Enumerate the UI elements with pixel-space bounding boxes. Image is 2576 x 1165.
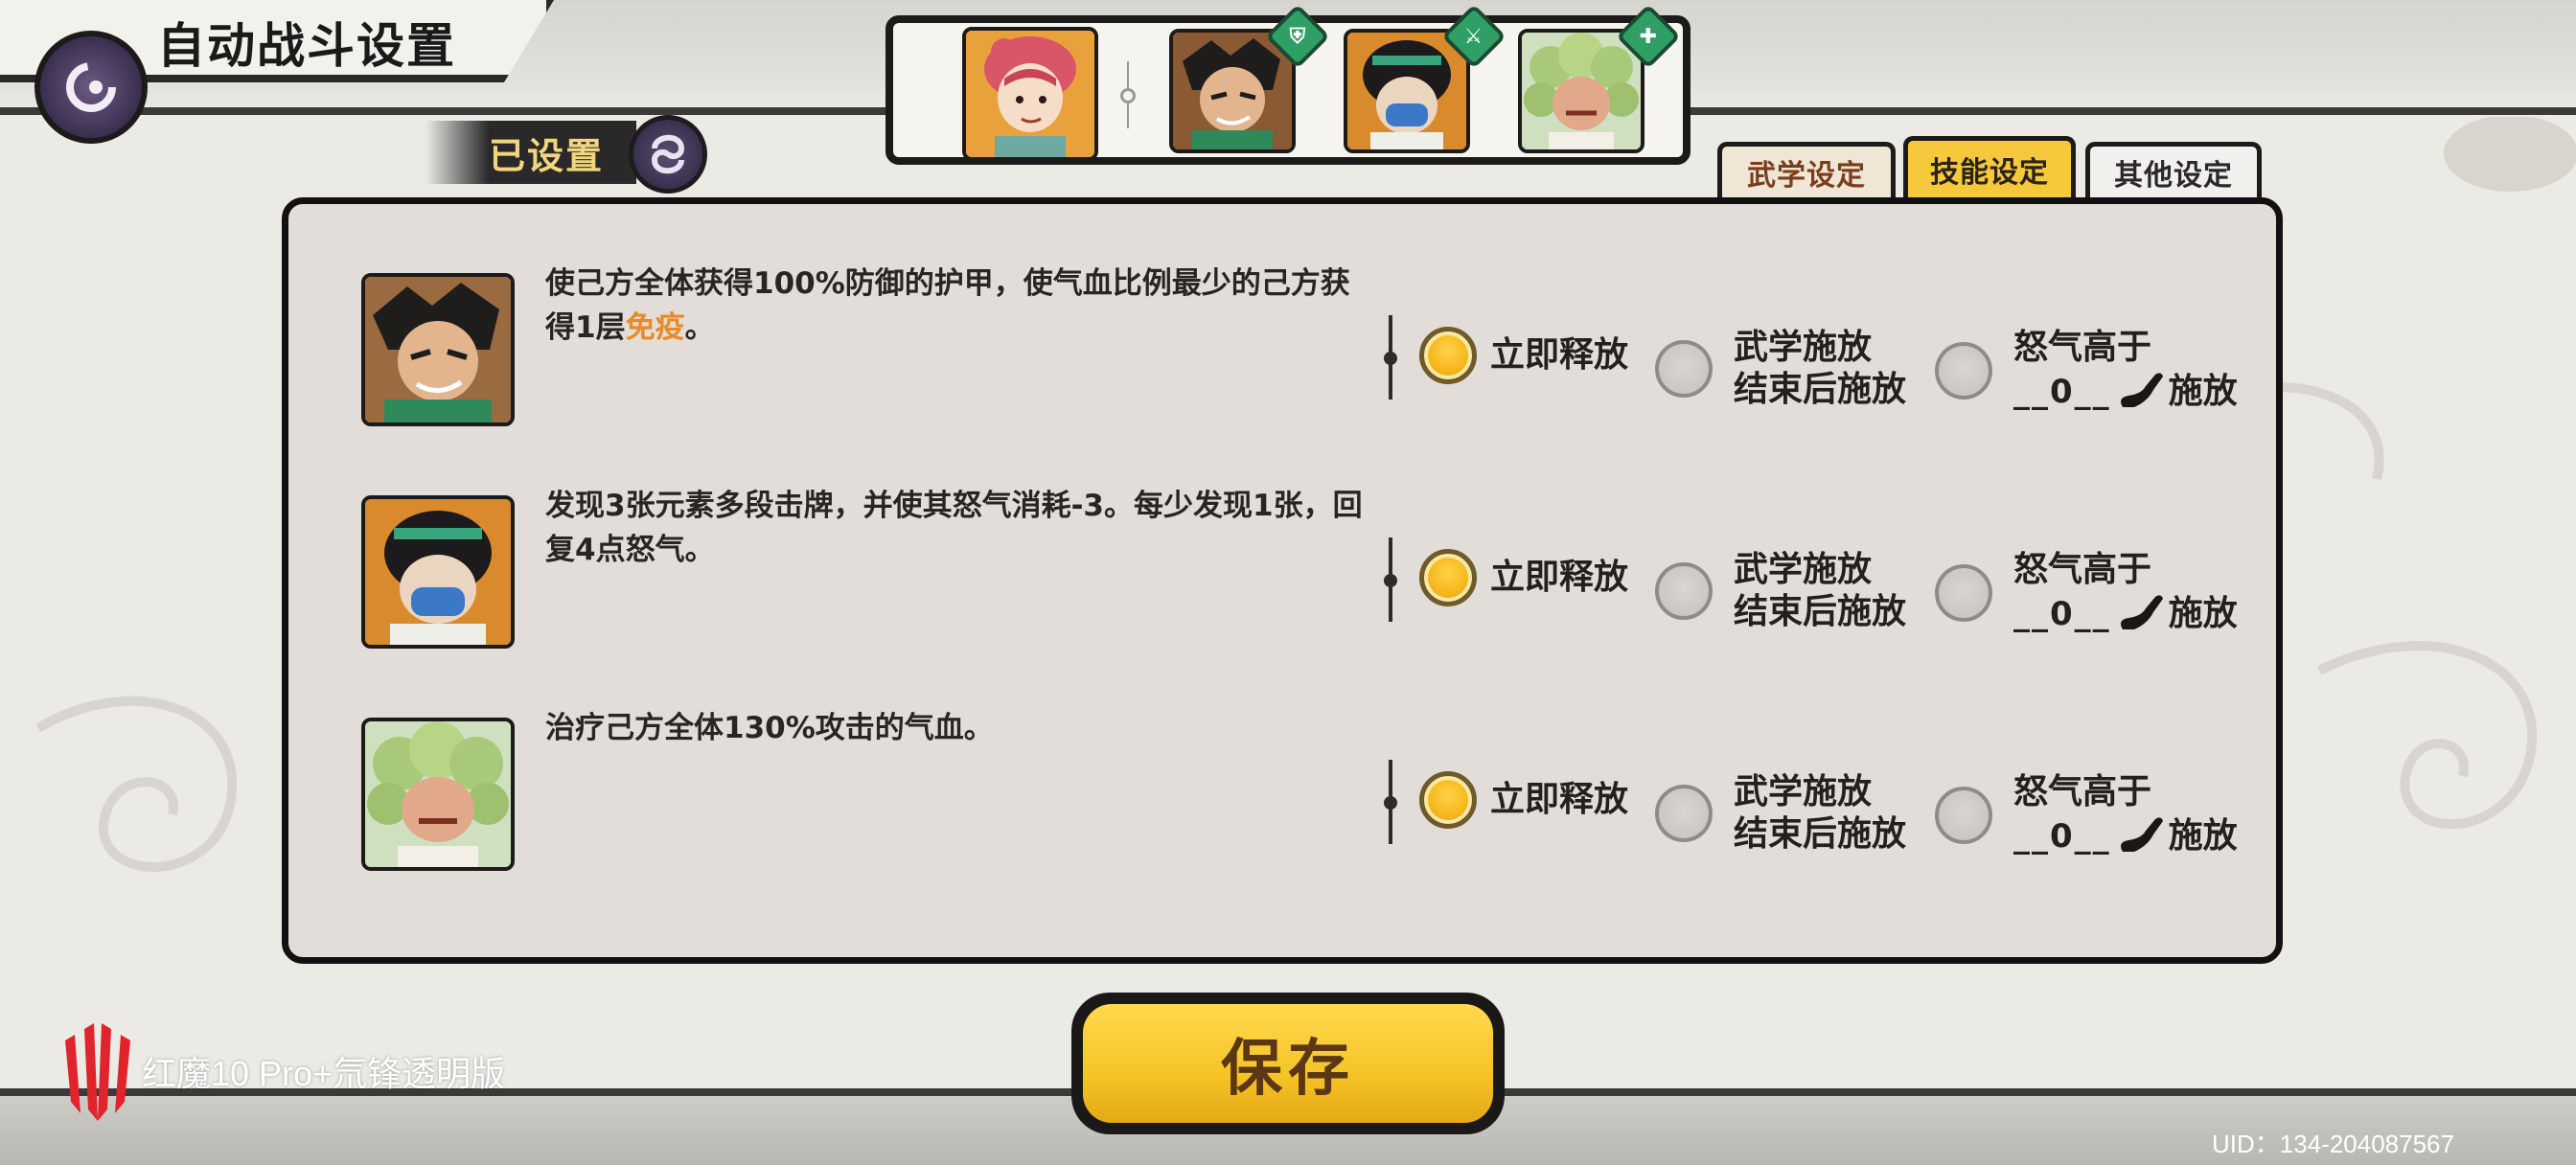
release-now-label: 立即释放 (1490, 780, 1629, 819)
rage-threshold-suffix: 施放 (2168, 594, 2238, 633)
save-button-face[interactable]: 保存 (1083, 1004, 1493, 1123)
radio-unselected[interactable] (1655, 340, 1713, 398)
team-member-portrait[interactable] (1518, 29, 1644, 153)
device-watermark: 红魔10 Pro+氘锋透明版 (59, 1021, 505, 1121)
brush-edit-icon[interactable] (2113, 591, 2167, 637)
rage-threshold-suffix: 施放 (2168, 372, 2238, 411)
back-button[interactable] (34, 31, 148, 144)
skill-row: 使己方全体获得100%防御的护甲，使气血比例最少的己方获得1层免疫。 立即释放 … (288, 252, 2276, 472)
radio-unselected[interactable] (1935, 787, 1992, 844)
immunity-keyword[interactable]: 免疫 (626, 310, 685, 345)
rage-threshold-line1: 怒气高于 (2013, 550, 2152, 589)
release-now-option[interactable]: 立即释放 (1419, 327, 1628, 384)
page-title: 自动战斗设置 (157, 18, 456, 74)
rage-threshold-value[interactable]: __0__ (2013, 815, 2111, 857)
radio-unselected[interactable] (1935, 564, 1992, 622)
after-martial-line2: 结束后施放 (1734, 370, 1907, 409)
release-after-martial-option[interactable]: 武学施放 结束后施放 (1655, 327, 1906, 411)
rage-threshold-value[interactable]: __0__ (2013, 593, 2111, 635)
brush-edit-icon[interactable] (2113, 369, 2167, 415)
team-divider-knob (1120, 88, 1136, 103)
skill-settings-panel: 使己方全体获得100%防御的护甲，使气血比例最少的己方获得1层免疫。 立即释放 … (282, 197, 2283, 964)
skill-description: 治疗己方全体130%攻击的气血。 (545, 711, 994, 745)
release-now-label: 立即释放 (1490, 558, 1629, 597)
release-now-label: 立即释放 (1490, 335, 1629, 375)
radio-unselected[interactable] (1935, 342, 1992, 400)
save-label: 保存 (1221, 1034, 1355, 1105)
radio-selected[interactable] (1419, 327, 1477, 384)
device-watermark-text: 红魔10 Pro+氘锋透明版 (142, 1054, 506, 1093)
rage-threshold-suffix: 施放 (2168, 816, 2238, 856)
brush-edit-icon[interactable] (2113, 813, 2167, 859)
save-button[interactable]: 保存 (1071, 993, 1505, 1134)
row-rail-knob (1384, 574, 1397, 587)
radio-unselected[interactable] (1655, 562, 1713, 620)
swirl-emblem-icon (66, 62, 116, 112)
after-martial-line2: 结束后施放 (1734, 592, 1907, 631)
after-martial-line1: 武学施放 (1734, 328, 1873, 367)
after-martial-line1: 武学施放 (1734, 772, 1873, 811)
tab-skill-settings[interactable]: 技能设定 (1903, 136, 2076, 197)
release-now-option[interactable]: 立即释放 (1419, 549, 1628, 606)
configured-badge: 已设置 (426, 121, 636, 184)
release-rage-threshold-option[interactable]: 怒气高于 __0__ 施放 (1935, 549, 2238, 637)
skill-row: 发现3张元素多段击牌，并使其怒气消耗-3。每少发现1张，回复4点怒气。 立即释放… (288, 474, 2276, 695)
uid-label: UID：134-204087567 (2212, 1130, 2454, 1158)
configured-swirl-icon (629, 115, 707, 194)
rage-threshold-value[interactable]: __0__ (2013, 371, 2111, 413)
radio-selected[interactable] (1419, 549, 1477, 606)
skill-description: 使己方全体获得100%防御的护甲，使气血比例最少的己方获得1层免疫。 (545, 266, 1350, 345)
tab-martial-settings[interactable]: 武学设定 (1717, 142, 1896, 197)
release-after-martial-option[interactable]: 武学施放 结束后施放 (1655, 771, 1906, 856)
after-martial-line1: 武学施放 (1734, 550, 1873, 589)
configured-label: 已设置 (489, 134, 605, 177)
skill-hero-portrait (361, 718, 515, 871)
skill-hero-portrait (361, 495, 515, 649)
skill-description: 发现3张元素多段击牌，并使其怒气消耗-3。每少发现1张，回复4点怒气。 (545, 489, 1363, 567)
after-martial-line2: 结束后施放 (1734, 814, 1907, 854)
skill-row: 治疗己方全体130%攻击的气血。 立即释放 武学施放 结束后施放 怒气高于 __… (288, 697, 2276, 917)
leader-portrait[interactable] (962, 27, 1098, 161)
skill-hero-portrait (361, 273, 515, 426)
row-rail-knob (1384, 352, 1397, 365)
red-magic-logo-icon (65, 1023, 130, 1121)
rage-threshold-line1: 怒气高于 (2013, 328, 2152, 367)
release-now-option[interactable]: 立即释放 (1419, 771, 1628, 829)
team-bar: ⛨ ⚔ ✚ (886, 4, 1690, 165)
rage-threshold-line1: 怒气高于 (2013, 772, 2152, 811)
tab-other-settings[interactable]: 其他设定 (2085, 142, 2262, 197)
row-rail-knob (1384, 796, 1397, 810)
release-after-martial-option[interactable]: 武学施放 结束后施放 (1655, 549, 1906, 633)
radio-unselected[interactable] (1655, 785, 1713, 842)
team-member-portrait[interactable] (1344, 29, 1470, 153)
release-rage-threshold-option[interactable]: 怒气高于 __0__ 施放 (1935, 771, 2238, 859)
radio-selected[interactable] (1419, 771, 1477, 829)
release-rage-threshold-option[interactable]: 怒气高于 __0__ 施放 (1935, 327, 2238, 415)
